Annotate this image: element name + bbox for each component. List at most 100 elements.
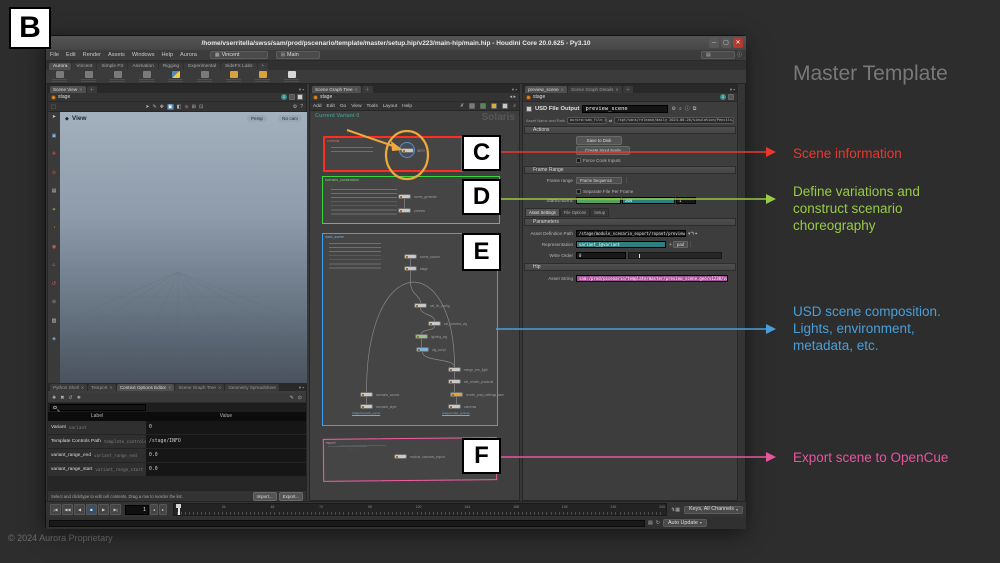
subtab-asset-settings[interactable]: Asset Settings xyxy=(525,208,560,217)
hide-tool-icon[interactable]: ⊘ xyxy=(52,300,56,305)
info-icon[interactable]: ⓘ xyxy=(737,52,742,58)
network-node[interactable]: scenario_source xyxy=(360,392,399,397)
close-icon[interactable]: ✕ xyxy=(615,87,618,92)
rotate-tool-icon[interactable]: ⊕ xyxy=(52,170,56,176)
menu-dots-icon[interactable]: ⋮ xyxy=(624,178,629,184)
shelf-tool[interactable] xyxy=(81,71,96,82)
close-icon[interactable]: ✕ xyxy=(81,385,84,390)
current-frame-field[interactable]: 1 xyxy=(125,504,149,515)
menu-edit[interactable]: Edit xyxy=(66,52,76,58)
pin-icon[interactable] xyxy=(728,94,734,100)
menu-go[interactable]: Go xyxy=(340,104,346,109)
close-icon[interactable]: ✕ xyxy=(561,87,564,92)
force-cook-checkbox[interactable] xyxy=(576,158,581,163)
network-node[interactable]: set_render_products xyxy=(448,379,493,384)
node-body[interactable] xyxy=(450,392,463,397)
frame-mode-dropdown[interactable]: Frame Sequence xyxy=(576,177,622,184)
add-option-icon[interactable]: ✚ xyxy=(52,395,56,401)
history-icon[interactable]: ◂ ▸ xyxy=(510,94,516,100)
network-box-controls[interactable]: controls xyxy=(323,136,463,172)
close-icon[interactable]: ✕ xyxy=(218,385,221,390)
jump-icon[interactable]: ⧉ xyxy=(693,106,697,112)
shelf-tab-add[interactable]: + xyxy=(257,62,269,70)
node-name-field[interactable]: preview_scene xyxy=(582,105,669,113)
snap-tool-icon[interactable]: ◔ xyxy=(52,226,55,231)
tab-scene-graph-tree[interactable]: Scene Graph Tree ✕ xyxy=(175,384,225,391)
log-icon[interactable]: ▤ xyxy=(648,520,653,526)
network-node[interactable]: preview xyxy=(398,208,425,213)
node-body[interactable] xyxy=(448,404,461,409)
info-icon[interactable]: ⓘ xyxy=(685,106,690,112)
tab-add[interactable]: ＋ xyxy=(622,86,634,93)
shelf-tool-folder[interactable] xyxy=(255,71,270,82)
write-order-field[interactable]: 0 xyxy=(576,252,626,259)
search-input[interactable] xyxy=(50,404,146,411)
menu-windows[interactable]: Windows xyxy=(132,52,155,58)
playhead[interactable] xyxy=(176,504,181,515)
translate-tool-icon[interactable]: ✚ xyxy=(52,152,56,157)
subtab-setup[interactable]: Setup xyxy=(590,208,610,217)
network-node[interactable]: lighting_cfg xyxy=(415,334,447,339)
tab-add[interactable]: ＋ xyxy=(86,86,98,93)
zoom-icon[interactable]: ⌕ xyxy=(513,103,516,109)
node-body[interactable] xyxy=(401,148,414,153)
node-body[interactable] xyxy=(394,454,407,459)
shelf-tool-folder[interactable] xyxy=(226,71,241,82)
handles-tool-icon[interactable]: ✶ xyxy=(52,207,56,213)
tab-textport[interactable]: Textport ✕ xyxy=(88,384,116,391)
select-arrow-icon[interactable]: ➤ xyxy=(145,104,149,110)
frame-end-field[interactable]: 204 xyxy=(622,197,675,204)
menu-aurora[interactable]: Aurora xyxy=(180,52,197,58)
table-row[interactable]: Variant variant 0 xyxy=(48,421,306,435)
timeline-ruler[interactable]: 24 48 72 96 120 144 168 192 216 240 xyxy=(173,503,667,516)
asset-string-field[interactable]: sam:/prod/pscenario/template/master/prev… xyxy=(576,275,728,282)
table-row[interactable]: variant_range_start variant_range_start 0… xyxy=(48,463,306,477)
asset-definition-field[interactable]: /stage/module_scenario_export/ropnet/pre… xyxy=(576,230,686,237)
menu-layout[interactable]: Layout xyxy=(383,104,397,109)
node-body[interactable] xyxy=(416,347,429,352)
scale-tool-icon[interactable]: ▤ xyxy=(52,189,57,194)
table-row[interactable]: Template Controls Pathtemplate_controls_… xyxy=(48,435,306,449)
shelf-tool-python[interactable] xyxy=(168,71,183,82)
shelf-tool[interactable] xyxy=(52,71,67,82)
select-tool-icon[interactable]: ▣ xyxy=(52,133,57,139)
save-to-disk-button[interactable]: Save to Disk xyxy=(576,136,622,145)
shelf-tab-animation[interactable]: Animation xyxy=(128,62,158,70)
message-field[interactable] xyxy=(49,519,645,527)
snap-icon[interactable]: ◉ xyxy=(184,104,188,110)
misc-tool-icon[interactable]: ◈ xyxy=(52,337,56,342)
network-node[interactable]: set_lib_config xyxy=(414,303,450,308)
move-icon[interactable]: ✥ xyxy=(160,104,164,110)
network-node[interactable]: merge_env_light xyxy=(448,367,488,372)
filter-icon[interactable]: ❖ xyxy=(77,395,81,401)
network-node[interactable]: cfg_script xyxy=(416,347,446,352)
shelf-tool-file[interactable] xyxy=(284,71,299,82)
play-reverse-button[interactable]: ◀ xyxy=(74,504,85,515)
layout-tool-icon[interactable]: ▥ xyxy=(52,318,57,324)
network-path[interactable]: stage xyxy=(58,94,70,100)
shelf-tab-simple-fx[interactable]: Simple FX xyxy=(97,62,128,70)
recook-icon[interactable]: ↻ xyxy=(656,520,660,526)
viewport-3d[interactable]: ◆ View Persp No cam xyxy=(60,112,307,383)
row-value[interactable]: 0.0 xyxy=(149,467,158,472)
menu-tools[interactable]: Tools xyxy=(367,104,378,109)
maximize-button[interactable]: ▢ xyxy=(721,38,731,48)
grid-toggle-icon[interactable] xyxy=(469,103,476,109)
separate-file-checkbox[interactable] xyxy=(576,189,581,194)
node-body[interactable] xyxy=(428,321,441,326)
apps-selector[interactable]: ▤ xyxy=(700,51,735,59)
create-input-node-button[interactable]: Create Input Node xyxy=(576,146,630,155)
shelf-tab-aurora[interactable]: Aurora xyxy=(49,62,72,70)
persp-button[interactable]: Persp xyxy=(246,115,267,122)
network-node[interactable]: INFO xyxy=(399,142,425,158)
shelf-tool[interactable] xyxy=(139,71,154,82)
close-button[interactable]: ✕ xyxy=(733,38,743,48)
network-node[interactable]: scene_source xyxy=(404,254,440,259)
network-node[interactable]: set_preview_cfg xyxy=(428,321,467,326)
pose-icon[interactable]: ◧ xyxy=(177,104,182,110)
edit-icon[interactable]: ✎ xyxy=(290,395,294,401)
node-body[interactable] xyxy=(404,266,417,271)
node-body[interactable] xyxy=(404,254,417,259)
tab-python-shell[interactable]: Python Shell ✕ xyxy=(50,384,88,391)
node-body[interactable] xyxy=(360,392,373,397)
